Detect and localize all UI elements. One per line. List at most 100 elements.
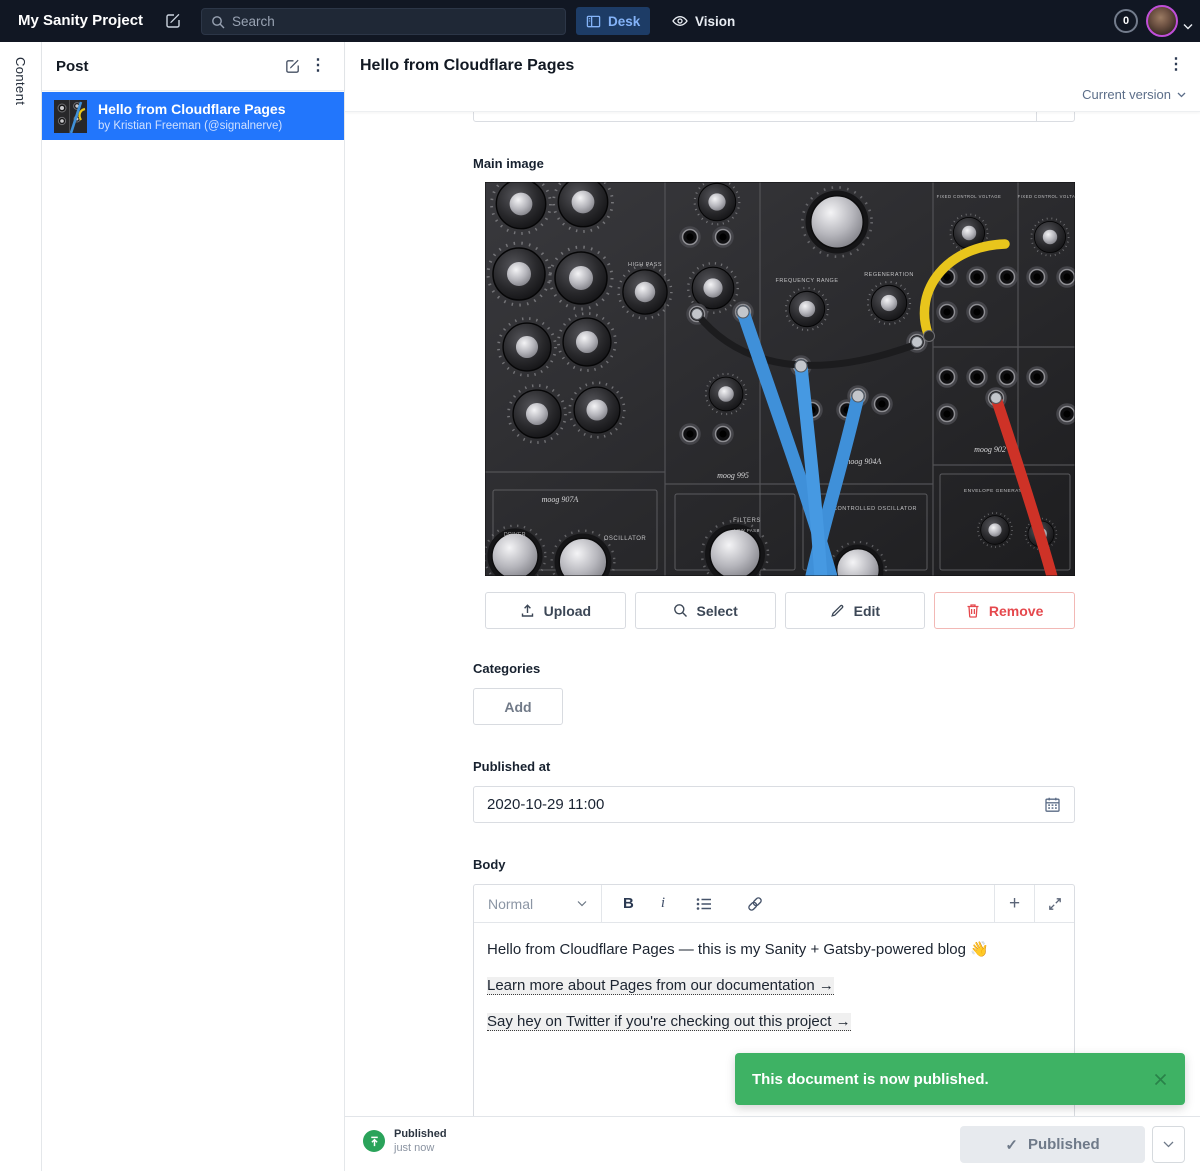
avatar[interactable]: [1146, 5, 1178, 37]
project-title[interactable]: My Sanity Project: [18, 12, 143, 29]
document-thumbnail: [54, 100, 87, 133]
pencil-icon: [830, 603, 845, 618]
list-item[interactable]: Hello from Cloudflare Pages by Kristian …: [42, 92, 344, 140]
chevron-down-icon: [577, 900, 587, 907]
select-button[interactable]: Select: [635, 592, 776, 629]
upload-icon: [520, 603, 535, 618]
document-header: Hello from Cloudflare Pages ⋮ Current ve…: [345, 42, 1200, 112]
overflow-menu-icon: ⋮: [310, 58, 326, 74]
page-title: Hello from Cloudflare Pages: [360, 57, 574, 75]
body-link[interactable]: Learn more about Pages from our document…: [487, 977, 834, 995]
svg-text:FREQUENCY RANGE: FREQUENCY RANGE: [775, 278, 838, 284]
link-icon[interactable]: [743, 892, 767, 916]
svg-text:CONTROLLED OSCILLATOR: CONTROLLED OSCILLATOR: [833, 506, 917, 512]
list-item-title: Hello from Cloudflare Pages: [98, 101, 285, 118]
post-list-panel: Post ⋮ Hello from Cloudflare Pages by Kr…: [42, 42, 345, 1171]
upload-button[interactable]: Upload: [485, 592, 626, 629]
overflow-menu-icon: ⋮: [1168, 57, 1184, 73]
svg-text:moog 907A: moog 907A: [542, 495, 579, 504]
check-icon: ✓: [1005, 1136, 1018, 1154]
publish-icon: [363, 1130, 385, 1152]
tab-desk-label: Desk: [608, 14, 640, 29]
body-label: Body: [473, 857, 506, 872]
bold-icon[interactable]: B: [623, 895, 634, 912]
publish-button-label: Published: [1028, 1136, 1100, 1153]
body-paragraph: Learn more about Pages from our document…: [487, 975, 1061, 996]
chevron-down-icon: [1177, 92, 1186, 98]
format-buttons: B i: [602, 885, 994, 922]
main-image-label: Main image: [473, 156, 544, 171]
eye-icon: [672, 14, 688, 28]
publish-status: Published just now: [363, 1128, 447, 1154]
edit-button-label: Edit: [854, 603, 880, 619]
topbar: My Sanity Project Desk Vision 0: [0, 0, 1200, 42]
list-item-subtitle: by Kristian Freeman (@signalnerve): [98, 120, 285, 132]
body-paragraph-text: Hello from Cloudflare Pages — this is my…: [487, 941, 989, 958]
italic-icon[interactable]: i: [661, 895, 665, 912]
trash-icon: [966, 603, 980, 618]
toast-message: This document is now published.: [752, 1071, 989, 1088]
generate-button-partial[interactable]: [1036, 112, 1074, 121]
body-link[interactable]: Say hey on Twitter if you're checking ou…: [487, 1013, 851, 1031]
publish-button[interactable]: ✓ Published: [960, 1126, 1145, 1163]
svg-text:HIGH PASS: HIGH PASS: [628, 262, 662, 268]
list-item-text: Hello from Cloudflare Pages by Kristian …: [98, 101, 285, 132]
svg-text:moog 902: moog 902: [974, 445, 1006, 454]
svg-text:DRIVER: DRIVER: [504, 532, 526, 538]
presence-badge[interactable]: 0: [1114, 9, 1138, 33]
close-icon[interactable]: [1153, 1072, 1168, 1087]
toast-notification: This document is now published.: [735, 1053, 1185, 1105]
status-badge: Published: [394, 1128, 447, 1140]
version-label: Current version: [1082, 87, 1171, 102]
svg-text:FILTERS: FILTERS: [733, 518, 761, 524]
plus-icon: +: [1009, 894, 1020, 913]
panel-menu-icon[interactable]: ⋮: [306, 54, 330, 78]
document-menu-icon[interactable]: ⋮: [1164, 53, 1188, 77]
select-button-label: Select: [697, 603, 738, 619]
insert-block-button[interactable]: +: [994, 885, 1034, 922]
svg-text:FIXED CONTROL VOLTAGE: FIXED CONTROL VOLTAGE: [1018, 194, 1075, 199]
publish-menu-button[interactable]: [1152, 1126, 1185, 1163]
slug-field-partial[interactable]: [473, 112, 1075, 122]
magnifier-icon: [673, 603, 688, 618]
svg-text:FIXED CONTROL VOLTAGE: FIXED CONTROL VOLTAGE: [937, 194, 1002, 199]
add-category-button[interactable]: Add: [473, 688, 563, 725]
version-selector[interactable]: Current version: [1082, 87, 1186, 102]
search-icon: [211, 15, 225, 29]
main-image-preview[interactable]: HIGH PASS FREQUENCY RANGE REGENERATION F…: [485, 182, 1075, 576]
chevron-down-icon: [1163, 1141, 1174, 1148]
edit-button[interactable]: Edit: [785, 592, 926, 629]
editor-toolbar: Normal B i +: [474, 885, 1074, 923]
svg-text:REGENERATION: REGENERATION: [864, 272, 914, 278]
tab-vision-label: Vision: [695, 14, 735, 29]
list-icon[interactable]: [692, 893, 716, 915]
published-at-label: Published at: [473, 759, 550, 774]
fullscreen-icon[interactable]: [1034, 885, 1074, 922]
new-document-icon[interactable]: [280, 53, 306, 79]
sidebar-item-content[interactable]: Content: [13, 57, 28, 1171]
search-input[interactable]: [232, 14, 556, 29]
publish-status-text: Published just now: [394, 1128, 447, 1154]
published-at-input[interactable]: 2020-10-29 11:00: [473, 786, 1075, 823]
style-selector[interactable]: Normal: [474, 885, 602, 922]
document-panel: Hello from Cloudflare Pages ⋮ Current ve…: [345, 42, 1200, 1171]
svg-text:moog 904A: moog 904A: [845, 457, 882, 466]
panel-title: Post: [56, 58, 280, 75]
chevron-down-icon[interactable]: [1183, 17, 1193, 35]
status-timestamp: just now: [394, 1142, 447, 1154]
calendar-icon[interactable]: [1044, 796, 1061, 813]
presence-count: 0: [1123, 15, 1129, 27]
document-footer: Published just now ✓ Published: [345, 1116, 1200, 1171]
categories-label: Categories: [473, 661, 540, 676]
content-rail: Content: [0, 42, 42, 1171]
svg-text:LOW PASS: LOW PASS: [734, 528, 760, 533]
svg-text:moog 995: moog 995: [717, 471, 749, 480]
tab-desk[interactable]: Desk: [576, 7, 650, 35]
tab-vision[interactable]: Vision: [662, 7, 745, 35]
body-paragraph: Hello from Cloudflare Pages — this is my…: [487, 939, 1061, 960]
remove-button[interactable]: Remove: [934, 592, 1075, 629]
compose-icon[interactable]: [163, 11, 183, 31]
search-bar: [201, 8, 566, 35]
published-at-value: 2020-10-29 11:00: [487, 796, 604, 813]
document-form: Main image: [345, 112, 1200, 1116]
